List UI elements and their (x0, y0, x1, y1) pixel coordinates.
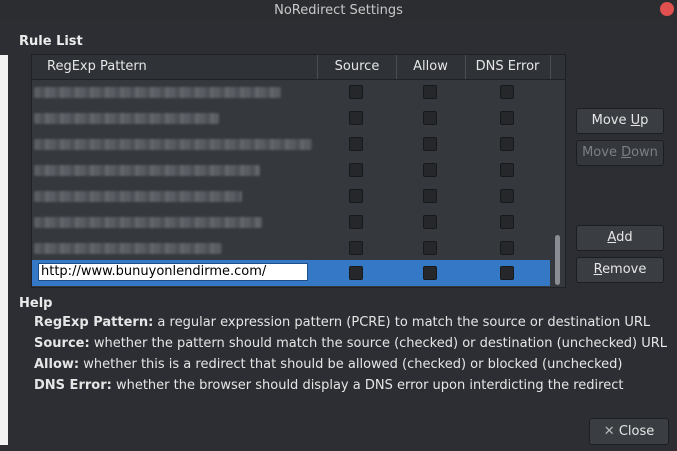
column-header-allow[interactable]: Allow (396, 55, 466, 79)
source-checkbox[interactable] (349, 163, 363, 177)
table-row[interactable] (32, 79, 550, 105)
dns-error-checkbox[interactable] (500, 85, 514, 99)
help-title: Help (19, 296, 53, 311)
allow-checkbox[interactable] (423, 163, 437, 177)
table-row[interactable] (32, 235, 550, 261)
allow-checkbox[interactable] (423, 111, 437, 125)
help-term: Allow: (34, 357, 80, 372)
add-label-end: dd (616, 230, 633, 245)
allow-checkbox[interactable] (423, 85, 437, 99)
remove-label-end: emove (602, 262, 647, 277)
table-row[interactable] (32, 157, 550, 183)
table-row-selected[interactable] (32, 260, 550, 286)
source-checkbox[interactable] (349, 189, 363, 203)
pattern-redacted (34, 191, 242, 202)
window-title: NoRedirect Settings (274, 3, 403, 18)
pattern-redacted (34, 217, 262, 228)
pattern-redacted (34, 139, 312, 150)
close-label: Close (618, 424, 655, 439)
dns-error-checkbox[interactable] (500, 111, 514, 125)
window-close-icon[interactable] (660, 2, 674, 16)
allow-checkbox[interactable] (423, 215, 437, 229)
table-row[interactable] (32, 209, 550, 235)
dns-error-checkbox[interactable] (500, 189, 514, 203)
move-down-label-end: own (631, 145, 658, 160)
close-icon: ✕ (603, 424, 615, 439)
source-checkbox[interactable] (349, 241, 363, 255)
help-text: whether this is a redirect that should b… (79, 357, 623, 372)
help-line-allow: Allow: whether this is a redirect that s… (34, 357, 622, 372)
table-header: RegExp Pattern Source Allow DNS Error (32, 55, 565, 80)
source-checkbox[interactable] (349, 85, 363, 99)
move-up-mnemonic: U (630, 113, 641, 128)
move-up-label-end: p (640, 113, 649, 128)
dns-error-checkbox[interactable] (500, 241, 514, 255)
column-header-dns-error[interactable]: DNS Error (465, 55, 551, 79)
move-up-button[interactable]: Move Up (576, 108, 664, 134)
move-down-label-start: Move (582, 145, 622, 160)
remove-mnemonic: R (593, 262, 603, 277)
dns-error-checkbox[interactable] (500, 137, 514, 151)
help-term: RegExp Pattern: (34, 315, 154, 330)
pattern-redacted (34, 87, 281, 98)
add-button[interactable]: Add (576, 225, 664, 251)
rules-table[interactable]: RegExp Pattern Source Allow DNS Error (31, 54, 566, 288)
column-header-pattern[interactable]: RegExp Pattern (32, 55, 318, 79)
pattern-edit-field[interactable] (38, 263, 308, 281)
pattern-redacted (34, 243, 222, 254)
table-row[interactable] (32, 183, 550, 209)
remove-button[interactable]: Remove (576, 257, 664, 283)
help-line-pattern: RegExp Pattern: a regular expression pat… (34, 315, 650, 330)
column-header-source[interactable]: Source (318, 55, 397, 79)
allow-checkbox[interactable] (423, 137, 437, 151)
help-term: DNS Error: (34, 378, 112, 393)
dns-error-checkbox[interactable] (500, 266, 514, 280)
vertical-scrollbar[interactable] (550, 80, 565, 287)
source-checkbox[interactable] (349, 111, 363, 125)
table-row[interactable] (32, 105, 550, 131)
close-button[interactable]: ✕ Close (589, 418, 669, 445)
table-row[interactable] (32, 131, 550, 157)
dns-error-checkbox[interactable] (500, 163, 514, 177)
source-checkbox[interactable] (349, 137, 363, 151)
allow-checkbox[interactable] (423, 189, 437, 203)
pattern-redacted (34, 113, 219, 124)
background-window-edge (0, 55, 8, 445)
add-mnemonic: A (607, 230, 617, 245)
scrollbar-thumb[interactable] (555, 235, 560, 285)
source-checkbox[interactable] (349, 266, 363, 280)
pattern-redacted (34, 165, 260, 176)
help-term: Source: (34, 336, 90, 351)
help-line-source: Source: whether the pattern should match… (34, 336, 667, 351)
source-checkbox[interactable] (349, 215, 363, 229)
title-bar: NoRedirect Settings (0, 0, 677, 21)
allow-checkbox[interactable] (423, 266, 437, 280)
dns-error-checkbox[interactable] (500, 215, 514, 229)
help-text: whether the browser should display a DNS… (111, 378, 624, 393)
help-line-dns-error: DNS Error: whether the browser should di… (34, 378, 623, 393)
move-up-label-start: Move (591, 113, 631, 128)
move-down-mnemonic: D (621, 145, 632, 160)
help-text: whether the pattern should match the sou… (89, 336, 668, 351)
rule-list-title: Rule List (19, 34, 83, 49)
help-text: a regular expression pattern (PCRE) to m… (153, 315, 651, 330)
allow-checkbox[interactable] (423, 241, 437, 255)
move-down-button[interactable]: Move Down (576, 140, 664, 166)
